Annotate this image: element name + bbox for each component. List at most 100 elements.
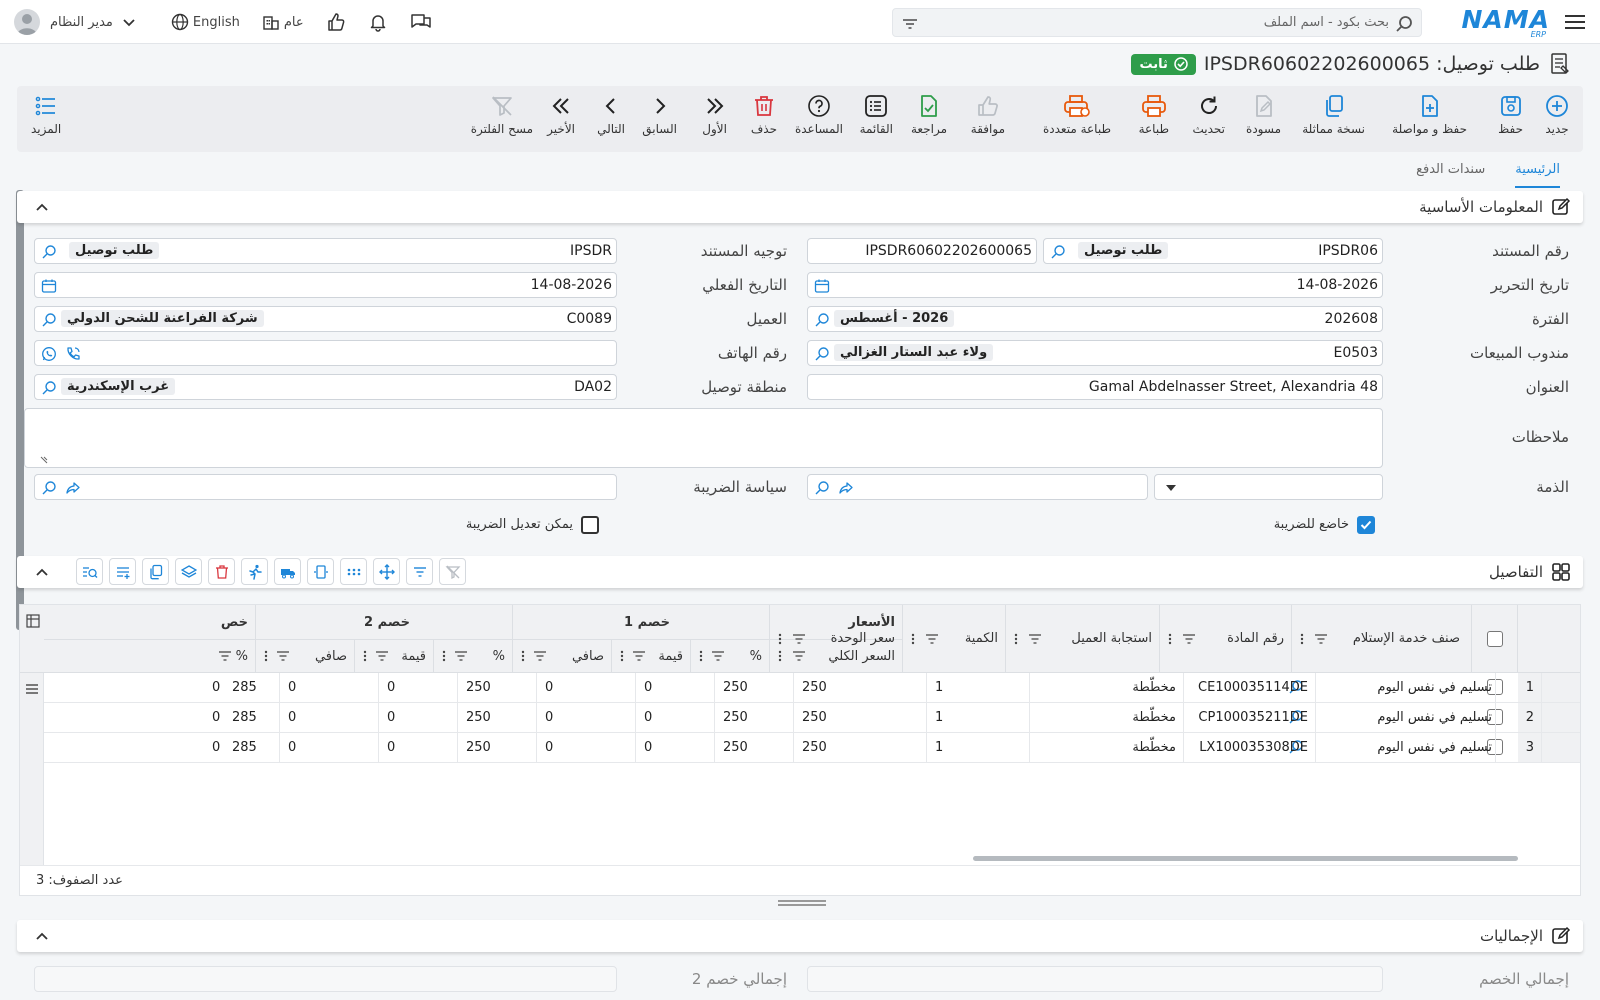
menu-icon[interactable] [1564, 12, 1586, 32]
col-d2-value[interactable]: قيمة [363, 639, 426, 673]
search-plus-icon[interactable] [814, 480, 830, 496]
language-switch[interactable]: English [171, 13, 240, 31]
cell-total[interactable]: 250 [723, 740, 786, 755]
filter-lines-icon[interactable] [925, 633, 939, 645]
filter-lines-icon[interactable] [711, 650, 725, 662]
totals-header[interactable]: الإجماليات [17, 920, 1583, 952]
resize-splitter[interactable] [778, 900, 826, 906]
search-plus-icon[interactable] [1050, 244, 1066, 260]
user-menu[interactable]: مدير النظام [14, 9, 135, 35]
address-field[interactable]: Gamal Abdelnasser Street, Alexandria 48 [807, 374, 1383, 400]
grid-horizontal-scrollbar[interactable] [973, 856, 1518, 861]
cell-d2-pct[interactable]: 0 [387, 710, 450, 725]
filter-lines-icon[interactable] [454, 650, 468, 662]
cell-qty[interactable]: 1 [935, 740, 1022, 755]
tab-payment-vouchers[interactable]: سندات الدفع [1416, 158, 1485, 188]
doc-direction-field[interactable]: IPSDR طلب توصيل [34, 238, 617, 264]
cell-response[interactable]: مخطّطة [1038, 740, 1176, 755]
search-plus-icon[interactable] [41, 244, 57, 260]
cell-d2-val[interactable]: 0 [288, 740, 371, 755]
cell-d2-pct[interactable]: 0 [387, 680, 450, 695]
cell-d1-val[interactable]: 0 [545, 680, 628, 695]
first-button[interactable]: الأول [702, 94, 727, 136]
filter-lines-icon[interactable] [276, 650, 290, 662]
cell-response[interactable]: مخطّطة [1038, 710, 1176, 725]
cell-d3-pct[interactable]: 0 [212, 740, 242, 755]
last-button[interactable]: الأخير [547, 94, 575, 136]
column-chooser-icon[interactable] [26, 614, 40, 628]
insert-row-icon[interactable] [109, 558, 136, 585]
share-arrow-icon[interactable] [838, 480, 854, 496]
save-continue-button[interactable]: حفظ و مواصلة [1392, 94, 1467, 136]
whatsapp-icon[interactable] [41, 346, 57, 362]
cell-unit-price[interactable]: 250 [802, 680, 919, 695]
filter-icon[interactable] [406, 558, 433, 585]
period-field[interactable]: 202608 2026 - أغسطس [807, 306, 1383, 332]
duplicate-button[interactable]: نسخة مماثلة [1302, 94, 1365, 136]
more-vertical-icon[interactable] [1300, 633, 1304, 645]
more-vertical-icon[interactable] [1014, 633, 1018, 645]
issue-date-field[interactable]: 14-08-2026 [807, 272, 1383, 298]
menu-lines-icon[interactable] [25, 683, 39, 695]
cell-d2-val[interactable]: 0 [288, 680, 371, 695]
share-arrow-icon[interactable] [65, 480, 81, 496]
cell-item[interactable]: LX100035308DE [1192, 740, 1308, 755]
move-icon[interactable] [373, 558, 400, 585]
layers-icon[interactable] [175, 558, 202, 585]
filter-lines-icon[interactable] [1182, 633, 1196, 645]
cell-d2-val[interactable]: 0 [288, 710, 371, 725]
account-type-select[interactable] [1154, 474, 1383, 500]
more-vertical-icon[interactable] [363, 650, 367, 662]
search-plus-icon[interactable] [814, 346, 830, 362]
like-icon[interactable] [326, 12, 346, 32]
help-button[interactable]: المساعدة [795, 94, 843, 136]
fit-columns-icon[interactable] [307, 558, 334, 585]
cell-d1-net[interactable]: 250 [466, 680, 529, 695]
col-d1-net[interactable]: صافي [521, 639, 604, 673]
account-field[interactable] [807, 474, 1148, 500]
collapse-chevron-icon[interactable] [35, 929, 49, 943]
review-button[interactable]: مراجعة [911, 94, 947, 136]
save-button[interactable]: حفظ [1498, 94, 1523, 136]
basic-info-header[interactable]: المعلومات الأساسية [17, 191, 1583, 223]
clear-filter-icon[interactable] [439, 558, 466, 585]
cell-total[interactable]: 250 [723, 710, 786, 725]
col-d1-pct[interactable]: % [699, 639, 762, 673]
cell-response[interactable]: مخطّطة [1038, 680, 1176, 695]
resize-handle-icon[interactable] [39, 455, 49, 465]
copy-row-icon[interactable] [142, 558, 169, 585]
more-vertical-icon[interactable] [1168, 633, 1172, 645]
delivery-zone-field[interactable]: DA02 غرب الإسكندرية [34, 374, 617, 400]
bell-icon[interactable] [368, 12, 388, 32]
total-discount-field[interactable] [807, 966, 1383, 992]
cell-item[interactable]: CE100035114DE [1192, 680, 1308, 695]
cell-d3-pct[interactable]: 0 [212, 680, 242, 695]
cell-d1-pct[interactable]: 0 [644, 740, 707, 755]
taxable-checkbox[interactable] [1357, 516, 1375, 534]
filter-icon[interactable] [901, 15, 919, 33]
search-plus-icon[interactable] [41, 480, 57, 496]
search-plus-icon[interactable] [41, 312, 57, 328]
more-vertical-icon[interactable] [264, 650, 268, 662]
cell-d1-pct[interactable]: 0 [644, 680, 707, 695]
filter-lines-icon[interactable] [218, 650, 232, 662]
filter-lines-icon[interactable] [1314, 633, 1328, 645]
more-vertical-icon[interactable] [620, 650, 624, 662]
table-row[interactable]: 2 تسليم في نفس اليوم CP100035211DE مخطّطة 1 2… [44, 703, 1580, 733]
filter-lines-icon[interactable] [375, 650, 389, 662]
more-vertical-icon[interactable] [521, 650, 525, 662]
col-customer-response[interactable]: استجابة العميل [1014, 631, 1152, 646]
more-vertical-icon[interactable] [778, 650, 782, 662]
tax-policy-field[interactable] [34, 474, 617, 500]
col-d1-value[interactable]: قيمة [620, 639, 683, 673]
filter-lines-icon[interactable] [792, 650, 806, 662]
notes-textarea[interactable] [24, 408, 1383, 468]
approve-button[interactable]: موافقة [971, 94, 1005, 136]
phone-field[interactable] [34, 340, 617, 366]
runner-icon[interactable] [241, 558, 268, 585]
more-button[interactable]: المزيد [31, 94, 61, 136]
filter-lines-icon[interactable] [1028, 633, 1042, 645]
delivery-truck-icon[interactable] [274, 558, 301, 585]
cell-d3-pct[interactable]: 0 [212, 710, 242, 725]
col-d2-pct[interactable]: % [442, 639, 505, 673]
